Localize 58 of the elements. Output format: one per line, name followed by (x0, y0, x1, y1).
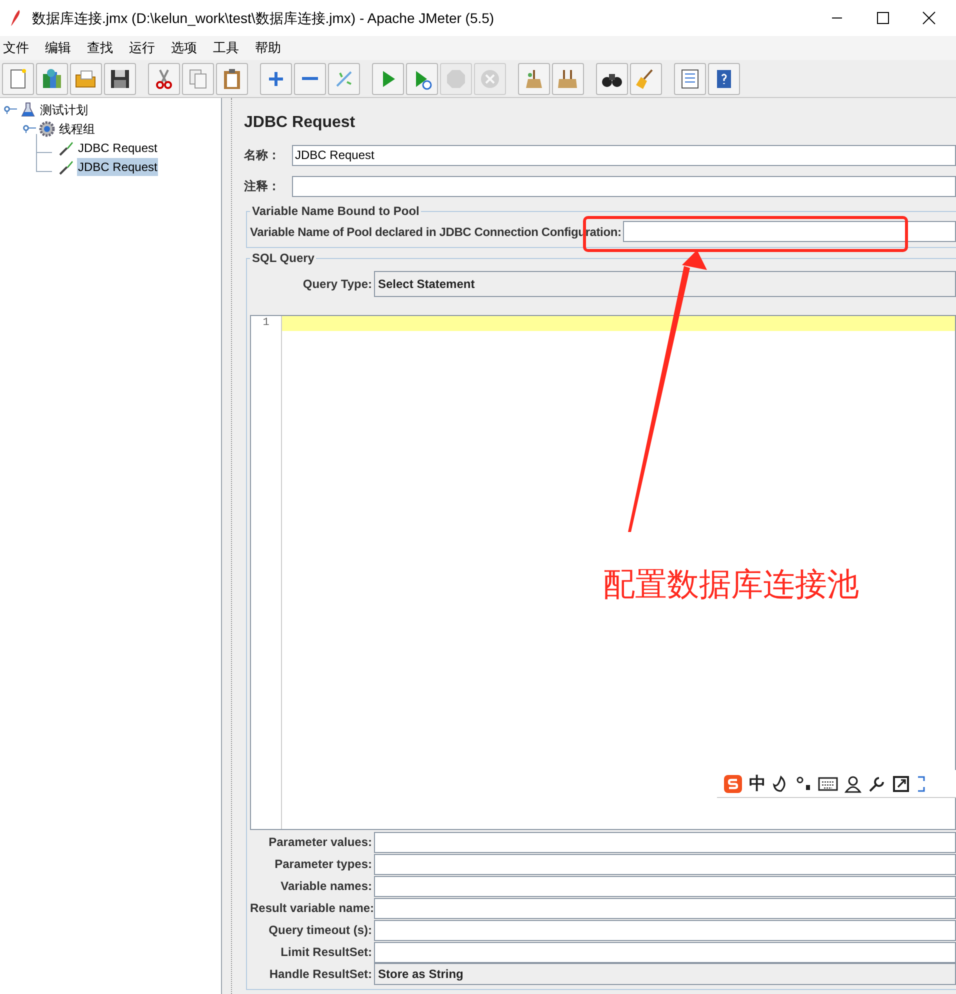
annotation-text: 配置数据库连接池 (603, 565, 859, 604)
dropdown[interactable]: Select Statement (374, 271, 956, 297)
toolbar-button[interactable] (596, 62, 628, 94)
minus-icon (302, 77, 318, 80)
toolbar-button[interactable] (674, 62, 706, 94)
toolbar-button[interactable] (104, 62, 136, 94)
dropper-icon (58, 140, 74, 156)
panel-title: JDBC Request (244, 113, 356, 133)
wrench-icon[interactable] (868, 774, 886, 792)
text-field[interactable] (374, 942, 956, 962)
field-label: Parameter types: (274, 856, 373, 873)
text-field[interactable]: JDBC Request (292, 144, 956, 166)
input-mode-toggle[interactable]: 中 (749, 774, 766, 794)
field-label: Query Type: (302, 276, 373, 293)
group-legend: SQL Query (250, 251, 316, 265)
gear-icon (39, 120, 55, 136)
text-field[interactable] (374, 876, 956, 896)
text-field[interactable] (374, 898, 956, 918)
punctuation-icon[interactable] (796, 774, 812, 792)
text-field[interactable] (374, 832, 956, 852)
dropper-icon (58, 158, 74, 174)
share-icon[interactable] (892, 774, 910, 792)
field-label: Parameter values: (268, 834, 373, 851)
group-legend: Variable Name Bound to Pool (250, 204, 422, 218)
menu-item[interactable]: 编辑 (45, 38, 71, 58)
menu-item[interactable]: 选项 (171, 38, 197, 58)
text-field[interactable] (374, 920, 956, 940)
menu-item[interactable]: 查找 (87, 38, 113, 58)
field-label: Variable names: (280, 878, 373, 895)
menu-item[interactable]: 帮助 (255, 38, 281, 58)
text-field[interactable] (374, 854, 956, 874)
field-label: Query timeout (s): (268, 922, 373, 939)
tree-item[interactable]: 线程组 (58, 120, 96, 138)
text-field[interactable] (623, 221, 956, 242)
books-icon (40, 66, 64, 90)
window-title: 数据库连接.jmx (D:\kelun_work\test\数据库连接.jmx) - Apache JMeter (5.5) (32, 8, 494, 28)
keyboard-icon[interactable] (818, 776, 838, 792)
menu-item[interactable]: 工具 (213, 38, 239, 58)
menu-item[interactable]: 文件 (3, 38, 29, 58)
text-field[interactable] (292, 176, 956, 196)
feather-icon (9, 9, 21, 27)
user-icon[interactable] (844, 774, 862, 792)
tree-item[interactable]: JDBC Request (77, 158, 158, 176)
field-label: Result variable name: (250, 900, 374, 917)
tree-handle-icon[interactable] (4, 106, 18, 114)
expand-icon[interactable] (916, 774, 926, 792)
flask-icon (20, 102, 36, 118)
tree-handle-icon[interactable] (23, 124, 37, 132)
field-label: 名称： (244, 147, 281, 164)
tree-item[interactable]: 测试计划 (39, 100, 89, 118)
tree-item[interactable]: JDBC Request (77, 138, 158, 156)
field-label: Handle ResultSet: (268, 966, 373, 983)
menu-item[interactable]: 运行 (129, 38, 155, 58)
logo-icon[interactable] (723, 774, 743, 794)
field-label: 注释： (244, 178, 281, 195)
field-label: Limit ResultSet: (280, 944, 373, 961)
line-number: 1 (262, 316, 270, 331)
dropdown[interactable]: Store as String (374, 963, 956, 985)
